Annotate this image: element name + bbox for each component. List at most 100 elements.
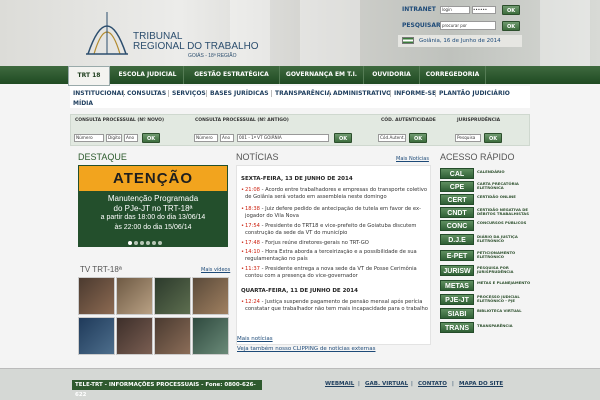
news-item[interactable]: • 21:08 - Acordo entre trabalhadores e em… — [241, 187, 429, 201]
news-time: 18:38 — [245, 206, 260, 212]
logo-icon[interactable] — [82, 4, 132, 60]
quick-desc[interactable]: TRANSPARÊNCIA — [477, 324, 532, 328]
subnav-institucional[interactable]: INSTITUCIONAL — [73, 90, 125, 97]
news-time: 12:24 — [245, 299, 260, 305]
search-ok-button[interactable]: OK — [502, 21, 520, 31]
quick-btn-pjejt[interactable]: PJE-JT — [440, 294, 474, 305]
subnav-plantao-judiciario[interactable]: PLANTÃO JUDICIÁRIO — [439, 90, 510, 97]
quick-desc[interactable]: CONCURSOS PÚBLICOS — [477, 221, 532, 225]
jurisprudencia-ok-button[interactable]: OK — [484, 133, 502, 143]
cp-antigo-ok-button[interactable]: OK — [334, 133, 352, 143]
news-item[interactable]: • 14:10 - Hora Extra aborda a terceirizaç… — [241, 249, 429, 263]
subnav-consultas[interactable]: CONSULTAS — [127, 90, 166, 97]
password-input[interactable]: •••••• — [472, 6, 496, 14]
quick-desc[interactable]: BIBLIOTECA VIRTUAL — [477, 309, 532, 313]
quick-btn-dje[interactable]: D.J.E — [440, 234, 474, 245]
quick-btn-jurisw[interactable]: JURISW — [440, 265, 474, 276]
footer-link-webmail[interactable]: WEBMAIL — [325, 381, 354, 387]
clipping-link[interactable]: Veja também nosso CLIPPING de notícias e… — [237, 346, 376, 352]
news-item[interactable]: • 17:54 - Presidente do TRT18 e vice-pref… — [241, 223, 429, 237]
quick-desc[interactable]: PROCESSO JUDICIAL ELETRÔNICO - PJE — [477, 295, 532, 303]
cod-autent-input[interactable]: Cód.Autent. — [378, 134, 406, 142]
footer-separator: | — [452, 381, 454, 387]
nav-corregedoria[interactable]: CORREGEDORIA — [420, 66, 486, 84]
jurisprudencia-input[interactable]: Pesquisa — [455, 134, 481, 142]
quick-btn-cpe[interactable]: CPE — [440, 181, 474, 192]
tv-more-videos-link[interactable]: Mais vídeos — [201, 267, 230, 273]
quick-btn-cndt[interactable]: CNDT — [440, 207, 474, 218]
cp-antigo-vara-select[interactable]: 001 - 1ª VT GOIÂNIA — [237, 134, 329, 142]
carousel-dot[interactable] — [128, 241, 132, 245]
quick-desc[interactable]: CERTIDÃO ONLINE — [477, 195, 532, 199]
atencao-banner: ATENÇÃO — [79, 166, 227, 191]
quick-desc[interactable]: CARTA PRECATÓRIA ELETRÔNICA — [477, 182, 532, 190]
news-time: 17:54 — [245, 223, 260, 229]
quick-btn-siabi[interactable]: SIABI — [440, 308, 474, 319]
quick-desc[interactable]: CALENDÁRIO — [477, 170, 532, 174]
quick-btn-cal[interactable]: CAL — [440, 168, 474, 179]
video-thumbnail[interactable] — [116, 277, 153, 315]
video-thumbnail[interactable] — [192, 277, 229, 315]
cp-novo-digito-input[interactable]: Dígito — [106, 134, 122, 142]
video-thumbnail[interactable] — [116, 317, 153, 355]
quick-btn-cert[interactable]: CERT — [440, 194, 474, 205]
carousel-dot[interactable] — [140, 241, 144, 245]
video-thumbnail[interactable] — [192, 317, 229, 355]
nav-escola-judicial[interactable]: ESCOLA JUDICIAL — [112, 66, 184, 84]
quick-btn-trans[interactable]: TRANS — [440, 322, 474, 333]
login-input[interactable]: login — [440, 6, 470, 14]
video-thumbnail[interactable] — [78, 277, 115, 315]
video-thumbnail[interactable] — [154, 277, 191, 315]
subnav-informe-se[interactable]: INFORME-SE — [394, 90, 436, 97]
subnav-midia[interactable]: MÍDIA — [73, 100, 93, 107]
footer-separator: | — [358, 381, 360, 387]
mais-noticias-header-link[interactable]: Mais Notícias — [396, 156, 429, 162]
quick-btn-conc[interactable]: CONC — [440, 220, 474, 231]
subnav-transparencia[interactable]: TRANSPARÊNCIA — [275, 90, 331, 97]
news-time: 14:10 — [245, 249, 260, 255]
subnav-divider — [390, 90, 391, 97]
destaque-title: DESTAQUE — [78, 152, 127, 162]
news-item[interactable]: • 17:48 - Forjus reúne diretores-gerais n… — [241, 240, 429, 247]
nav-trt18[interactable]: TRT 18 — [68, 66, 110, 86]
nav-gestao-estrategica[interactable]: GESTÃO ESTRATÉGICA — [184, 66, 280, 84]
subnav-servicos[interactable]: SERVIÇOS — [172, 90, 206, 97]
subnav-divider — [329, 90, 330, 97]
nav-ouvidoria[interactable]: OUVIDORIA — [364, 66, 420, 84]
footer-link-gab-virtual[interactable]: GAB. VIRTUAL — [365, 381, 408, 387]
footer-link-mapa-do-site[interactable]: MAPA DO SITE — [459, 381, 503, 387]
cp-novo-ano-input[interactable]: Ano — [124, 134, 138, 142]
carousel-dot[interactable] — [158, 241, 162, 245]
nav-governanca-ti[interactable]: GOVERNANÇA EM T.I. — [280, 66, 364, 84]
video-thumbnail[interactable] — [78, 317, 115, 355]
footer-link-contato[interactable]: CONTATO — [418, 381, 447, 387]
current-date: Goiânia, 16 de Junho de 2014 — [419, 38, 501, 44]
carousel-dot[interactable] — [146, 241, 150, 245]
quick-btn-epet[interactable]: E-PET — [440, 250, 474, 261]
subnav-bases-juridicas[interactable]: BASES JURÍDICAS — [210, 90, 269, 97]
cp-antigo-numero-input[interactable]: Número — [194, 134, 218, 142]
news-item[interactable]: • 12:24 - Justiça suspende pagamento de p… — [241, 299, 429, 313]
mais-noticias-link[interactable]: Mais notícias — [237, 336, 273, 342]
carousel-dot[interactable] — [134, 241, 138, 245]
cp-antigo-ano-input[interactable]: Ano — [220, 134, 234, 142]
quick-btn-metas[interactable]: METAS — [440, 280, 474, 291]
news-text: Forjus reúne diretores-gerais no TRT-GO — [265, 240, 369, 246]
search-input[interactable]: procurar por — [440, 21, 496, 30]
subnav-administrativo[interactable]: ADMINISTRATIVO — [333, 90, 391, 97]
cp-novo-numero-input[interactable]: Número — [74, 134, 104, 142]
quick-desc[interactable]: METAS E PLANEJAMENTO — [477, 281, 532, 285]
cod-autent-ok-button[interactable]: OK — [409, 133, 427, 143]
news-item[interactable]: • 11:37 - Presidente entrega a nova sede … — [241, 266, 429, 280]
quick-desc[interactable]: PETICIONAMENTO ELETRÔNICO — [477, 251, 532, 259]
quick-desc[interactable]: CERTIDÃO NEGATIVA DE DÉBITOS TRABALHISTA… — [477, 208, 532, 216]
carousel-dot[interactable] — [152, 241, 156, 245]
cp-novo-ok-button[interactable]: OK — [142, 133, 160, 143]
jurisprudencia-label: JURISPRUDÊNCIA — [457, 118, 501, 123]
video-thumbnail[interactable] — [154, 317, 191, 355]
news-item[interactable]: • 18:38 - Juiz defere pedido de antecipaç… — [241, 206, 429, 220]
news-text: Acordo entre trabalhadores e empresas do… — [245, 187, 428, 200]
quick-desc[interactable]: DIÁRIO DA JUSTIÇA ELETRÔNICO — [477, 235, 532, 243]
login-ok-button[interactable]: OK — [502, 5, 520, 15]
quick-desc[interactable]: PESQUISA POR JURISPRUDÊNCIA — [477, 266, 532, 274]
